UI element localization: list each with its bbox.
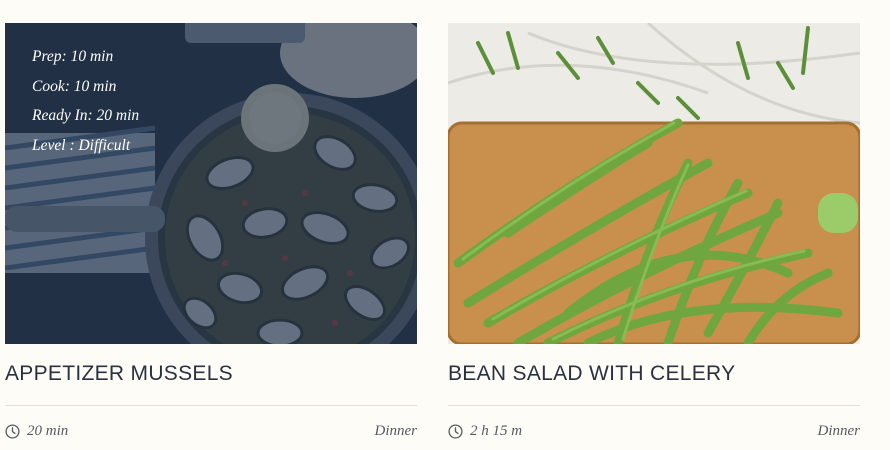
prep-time: Prep: 10 min [32,48,114,65]
recipe-meta-list: Prep: 10 min Cook: 10 min Ready In: 20 m… [32,47,139,165]
difficulty-level: Level : Difficult [32,136,131,154]
recipe-title-link[interactable]: BEAN SALAD WITH CELERY [448,360,735,388]
cook-time: Cook: 10 min [32,77,117,95]
recipe-category-link[interactable]: Dinner [375,423,418,440]
recipe-card-appetizer-mussels[interactable]: Prep: 10 min Cook: 10 min Ready In: 20 m… [5,23,417,439]
card-divider [448,405,860,406]
total-time-value: 2 h 15 m [470,422,523,439]
recipe-card-bean-salad[interactable]: BEAN SALAD WITH CELERY 2 h 15 m Dinner [448,23,860,439]
recipe-photo-mussels[interactable]: Prep: 10 min Cook: 10 min Ready In: 20 m… [5,23,417,344]
clock-icon [5,423,20,439]
recipe-photo-bean-salad[interactable] [448,23,860,344]
recipe-title-link[interactable]: APPETIZER MUSSELS [5,360,233,388]
total-time: 2 h 15 m [448,423,522,440]
card-divider [5,405,417,406]
recipe-category-link[interactable]: Dinner [818,423,861,440]
total-time-value: 20 min [27,422,69,439]
clock-icon [448,423,463,439]
green-beans-image [448,23,860,344]
recipe-footer: 2 h 15 m Dinner [448,421,860,441]
ready-time: Ready In: 20 min [32,107,140,124]
total-time: 20 min [5,423,68,440]
recipe-footer: 20 min Dinner [5,421,417,441]
